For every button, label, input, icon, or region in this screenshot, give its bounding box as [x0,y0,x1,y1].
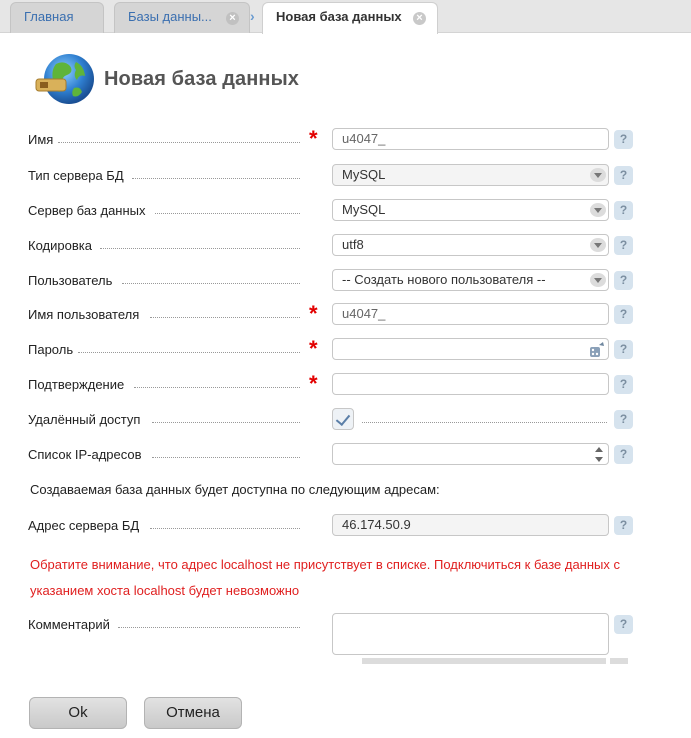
row-username: Имя пользователя * u4047_ ? [28,301,638,327]
row-confirm: Подтверждение * ? [28,371,638,397]
password-label: Пароль [28,342,74,357]
row-server-type: Тип сервера БД MySQL ? [28,164,638,188]
tab-databases[interactable]: Базы данны... × [114,2,250,33]
server-type-label: Тип сервера БД [28,168,124,183]
row-remote-access: Удалённый доступ ? [28,408,638,432]
tab-databases-label: Базы данны... [128,9,212,24]
required-mark: * [309,336,318,361]
info-text: Создаваемая база данных будет доступна п… [30,482,440,497]
dotted-leader [362,422,607,423]
encoding-label: Кодировка [28,238,92,253]
database-globe-icon [35,54,94,104]
required-mark: * [309,301,318,326]
help-icon[interactable]: ? [614,410,633,429]
user-select[interactable]: -- Создать нового пользователя -- [332,269,609,291]
dotted-leader [152,457,300,458]
stepper-icon[interactable] [594,446,604,464]
row-db-server: Сервер баз данных MySQL ? [28,199,638,223]
server-type-value: MySQL [342,167,386,182]
row-name: Имя * u4047_ ? [28,126,638,152]
db-server-select[interactable]: MySQL [332,199,609,221]
ip-list-input[interactable] [332,443,609,465]
comment-label: Комментарий [28,617,110,632]
dotted-leader [155,213,300,214]
breadcrumb-separator-icon: › [250,8,255,24]
encoding-value: utf8 [342,237,364,252]
help-icon[interactable]: ? [614,236,633,255]
textarea-resize-handle[interactable] [610,658,628,664]
required-mark: * [309,126,318,151]
dotted-leader [100,248,300,249]
dotted-leader [150,317,300,318]
help-icon[interactable]: ? [614,130,633,149]
server-address-label: Адрес сервера БД [28,518,140,533]
password-input[interactable] [332,338,609,360]
help-icon[interactable]: ? [614,340,633,359]
user-label: Пользователь [28,273,113,288]
page-header: Новая база данных [34,50,434,110]
chevron-down-icon [590,238,606,252]
close-icon[interactable]: × [413,12,426,25]
required-mark: * [309,371,318,396]
confirm-password-input[interactable] [332,373,609,395]
localhost-warning: Обратите внимание, что адрес localhost н… [30,557,620,598]
chevron-down-icon [590,168,606,182]
dotted-leader [132,178,300,179]
comment-textarea[interactable] [332,613,609,655]
name-label: Имя [28,132,54,147]
dotted-leader [58,142,300,143]
chevron-down-icon [590,273,606,287]
tab-bar: Главная Базы данны... × › Новая база дан… [0,0,691,34]
row-ip-list: Список IP-адресов ? [28,443,638,467]
tab-home[interactable]: Главная [10,2,104,33]
ip-list-label: Список IP-адресов [28,447,142,462]
name-input[interactable]: u4047_ [332,128,609,150]
username-label: Имя пользователя [28,307,140,322]
help-icon[interactable]: ? [614,166,633,185]
generate-password-icon[interactable] [589,340,605,358]
remote-access-label: Удалённый доступ [28,412,141,427]
row-password: Пароль * ? [28,336,638,362]
dotted-leader [152,422,300,423]
help-icon[interactable]: ? [614,375,633,394]
dotted-leader [78,352,300,353]
dotted-leader [150,528,300,529]
row-comment: Комментарий ? [28,613,638,655]
db-server-value: MySQL [342,202,386,217]
row-encoding: Кодировка utf8 ? [28,234,638,258]
help-icon[interactable]: ? [614,445,633,464]
tab-new-database-label: Новая база данных [276,9,402,24]
ok-button[interactable]: Ok [29,697,127,729]
help-icon[interactable]: ? [614,615,633,634]
dotted-leader [122,283,300,284]
tab-new-database[interactable]: Новая база данных × [262,2,438,34]
dotted-leader [118,627,300,628]
help-icon[interactable]: ? [614,271,633,290]
tab-home-label: Главная [24,9,74,24]
remote-access-checkbox[interactable] [332,408,354,430]
server-address-field: 46.174.50.9 [332,514,609,536]
user-value: -- Создать нового пользователя -- [342,272,546,287]
db-server-label: Сервер баз данных [28,203,146,218]
confirm-label: Подтверждение [28,377,125,392]
chevron-down-icon [590,203,606,217]
dotted-leader [134,387,300,388]
server-type-select[interactable]: MySQL [332,164,609,186]
username-input[interactable]: u4047_ [332,303,609,325]
textarea-scrollbar[interactable] [362,658,606,664]
help-icon[interactable]: ? [614,201,633,220]
page-title: Новая база данных [104,68,300,90]
row-user: Пользователь -- Создать нового пользоват… [28,269,638,293]
encoding-select[interactable]: utf8 [332,234,609,256]
help-icon[interactable]: ? [614,305,633,324]
cancel-button[interactable]: Отмена [144,697,242,729]
close-icon[interactable]: × [226,12,239,25]
help-icon[interactable]: ? [614,516,633,535]
row-server-address: Адрес сервера БД 46.174.50.9 ? [28,514,638,538]
